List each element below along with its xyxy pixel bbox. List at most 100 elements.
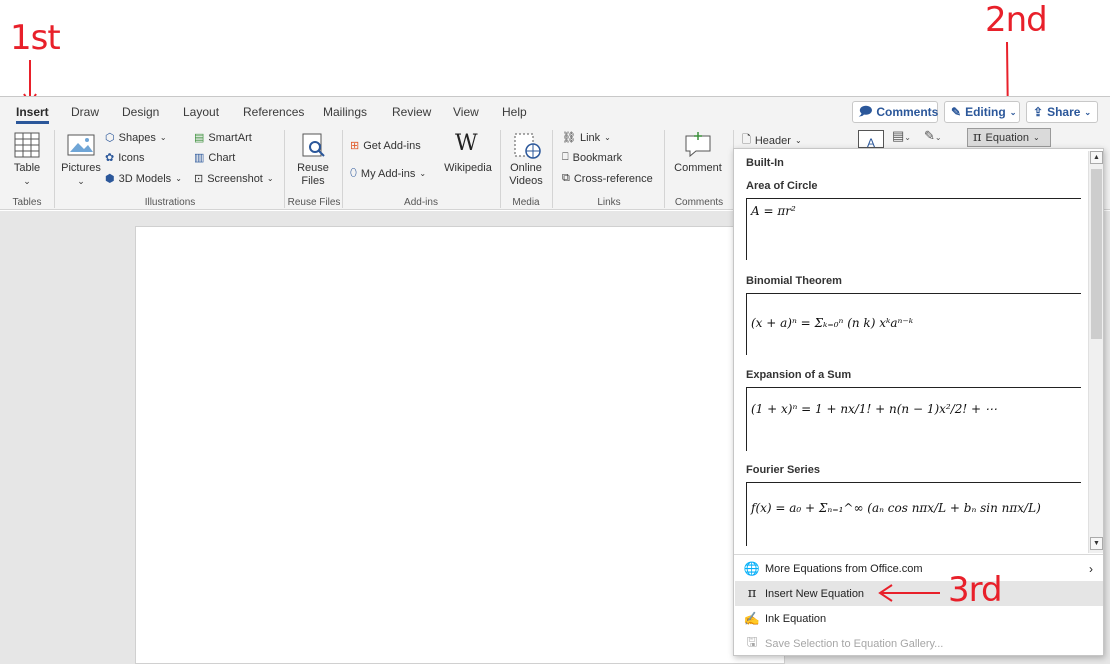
scroll-down-icon[interactable]: ▼ (1090, 537, 1103, 550)
quick-parts-icon[interactable]: ▤⌄ (892, 128, 911, 144)
equation-item-binomial-theorem[interactable]: (x + a)ⁿ = Σₖ₌₀ⁿ (n k) xᵏaⁿ⁻ᵏ (746, 293, 1081, 355)
equation-title: Expansion of a Sum (746, 369, 852, 381)
equation-formula: A = πr² (751, 204, 796, 218)
gallery-scrollbar[interactable]: ▲ ▼ (1088, 151, 1103, 553)
3d-models-button[interactable]: ⬢ 3D Models ⌄ (105, 172, 182, 186)
screenshot-button[interactable]: ⊡ Screenshot ⌄ (194, 172, 274, 186)
bookmark-button[interactable]: ⎕ Bookmark (562, 151, 622, 164)
tab-help[interactable]: Help (502, 105, 527, 119)
equation-title: Area of Circle (746, 180, 818, 192)
add-ins-icon: ⊞ (350, 140, 360, 152)
chevron-down-icon: ⌄ (1009, 107, 1017, 117)
shapes-icon: ⬡ (105, 132, 115, 144)
equation-formula: f(x) = a₀ + Σₙ₌₁^∞ (aₙ cos nπx/L + bₙ si… (751, 501, 1041, 515)
scroll-thumb[interactable] (1091, 169, 1102, 339)
group-comments: Comments (674, 197, 724, 208)
link-button[interactable]: ⛓ Link ⌄ (562, 131, 611, 145)
equation-item-expansion-of-a-sum[interactable]: (1 + x)ⁿ = 1 + nx/1! + n(n − 1)x²/2! + ⋯ (746, 387, 1081, 451)
divider (552, 130, 553, 208)
group-tables: Tables (12, 197, 42, 208)
wikipedia-icon[interactable]: W (455, 131, 478, 156)
wikipedia-button[interactable]: Wikipedia (442, 162, 494, 175)
text-box-icon[interactable]: A (858, 130, 884, 148)
divider (284, 130, 285, 208)
online-videos-icon[interactable] (513, 133, 541, 159)
built-in-heading: Built-In (746, 157, 784, 169)
equation-formula: (x + a)ⁿ = Σₖ₌₀ⁿ (n k) xᵏaⁿ⁻ᵏ (751, 316, 914, 330)
divider (734, 554, 1103, 555)
group-links: Links (597, 197, 621, 208)
screenshot-icon: ⊡ (194, 173, 204, 185)
scroll-up-icon[interactable]: ▲ (1090, 151, 1103, 164)
smartart-button[interactable]: ▤ SmartArt (194, 131, 252, 145)
chevron-down-icon: ⌄ (1032, 133, 1040, 142)
reuse-files-button[interactable]: Reuse Files (292, 162, 334, 188)
online-videos-button[interactable]: Online Videos (505, 162, 547, 188)
chart-button[interactable]: ▥ Chart (194, 151, 235, 165)
divider (664, 130, 665, 208)
group-add-ins: Add-ins (404, 197, 438, 208)
equation-item-area-of-circle[interactable]: A = πr² (746, 198, 1081, 260)
annotation-second: 2nd (985, 0, 1048, 40)
group-reuse-files: Reuse Files (287, 197, 341, 208)
tab-view[interactable]: View (453, 105, 479, 119)
pencil-icon: ✎ (951, 105, 962, 119)
table-icon[interactable] (14, 132, 40, 158)
signature-line-icon[interactable]: ✎⌄ (924, 128, 942, 144)
equation-title: Binomial Theorem (746, 275, 842, 287)
shapes-button[interactable]: ⬡ Shapes ⌄ (105, 131, 167, 145)
reuse-files-icon[interactable] (300, 133, 326, 157)
cross-reference-button[interactable]: ⧉ Cross-reference (562, 172, 653, 185)
share-icon: ⇪ (1033, 105, 1044, 119)
comment-button[interactable]: Comment (672, 162, 724, 175)
tab-references[interactable]: References (243, 105, 304, 119)
tab-mailings[interactable]: Mailings (323, 105, 367, 119)
tab-review[interactable]: Review (392, 105, 431, 119)
chevron-down-icon: ⌄ (23, 176, 31, 186)
equation-gallery-dropdown: Built-In Area of Circle A = πr² Binomial… (733, 148, 1104, 656)
tab-draw[interactable]: Draw (71, 105, 99, 119)
editing-button[interactable]: ✎ Editing ⌄ (944, 101, 1020, 123)
save-selection-menu-item: 🖫 Save Selection to Equation Gallery... (735, 631, 1103, 656)
3d-models-icon: ⬢ (105, 173, 115, 185)
cross-reference-icon: ⧉ (562, 172, 570, 184)
annotation-first: 1st (10, 18, 61, 58)
table-button[interactable]: Table ⌄ (10, 162, 44, 188)
pictures-button[interactable]: Pictures ⌄ (60, 162, 102, 188)
divider (500, 130, 501, 208)
share-button[interactable]: ⇪ Share ⌄ (1026, 101, 1098, 123)
equation-title: Fourier Series (746, 464, 820, 476)
my-add-ins-icon: ⬯ (350, 167, 357, 179)
group-media: Media (512, 197, 540, 208)
more-equations-menu-item[interactable]: 🌐 More Equations from Office.com › (735, 556, 1103, 581)
icons-icon: ✿ (105, 152, 115, 164)
tab-layout[interactable]: Layout (183, 105, 219, 119)
document-page[interactable] (135, 226, 785, 664)
save-icon: 🖫 (746, 633, 758, 649)
group-illustrations: Illustrations (144, 197, 196, 208)
divider (342, 130, 343, 208)
get-add-ins-button[interactable]: ⊞ Get Add-ins (350, 139, 421, 153)
comment-icon: 🗩 (859, 103, 873, 118)
ink-equation-menu-item[interactable]: ✍ Ink Equation (735, 606, 1103, 631)
pi-icon: π (747, 586, 757, 601)
tab-design[interactable]: Design (122, 105, 159, 119)
comment-icon[interactable] (684, 132, 712, 158)
equation-item-fourier-series[interactable]: f(x) = a₀ + Σₙ₌₁^∞ (aₙ cos nπx/L + bₙ si… (746, 482, 1081, 546)
chevron-right-icon: › (1089, 561, 1093, 576)
chevron-down-icon: ⌄ (77, 176, 85, 186)
equation-formula: (1 + x)ⁿ = 1 + nx/1! + n(n − 1)x²/2! + ⋯ (751, 402, 997, 416)
pi-icon: π (973, 130, 982, 145)
divider (54, 130, 55, 208)
chart-icon: ▥ (194, 152, 205, 164)
icons-button[interactable]: ✿ Icons (105, 151, 145, 165)
my-add-ins-button[interactable]: ⬯ My Add-ins ⌄ (350, 167, 426, 180)
annotation-third: 3rd (948, 570, 1003, 610)
pictures-icon[interactable] (67, 134, 95, 156)
tab-insert[interactable]: Insert (16, 105, 49, 124)
chevron-down-icon: ⌄ (1084, 107, 1092, 117)
comments-button[interactable]: 🗩 Comments (852, 101, 938, 123)
annotation-arrow-third (878, 584, 940, 602)
equation-button[interactable]: π Equation ⌄ (967, 128, 1051, 147)
link-icon: ⛓ (562, 132, 576, 144)
